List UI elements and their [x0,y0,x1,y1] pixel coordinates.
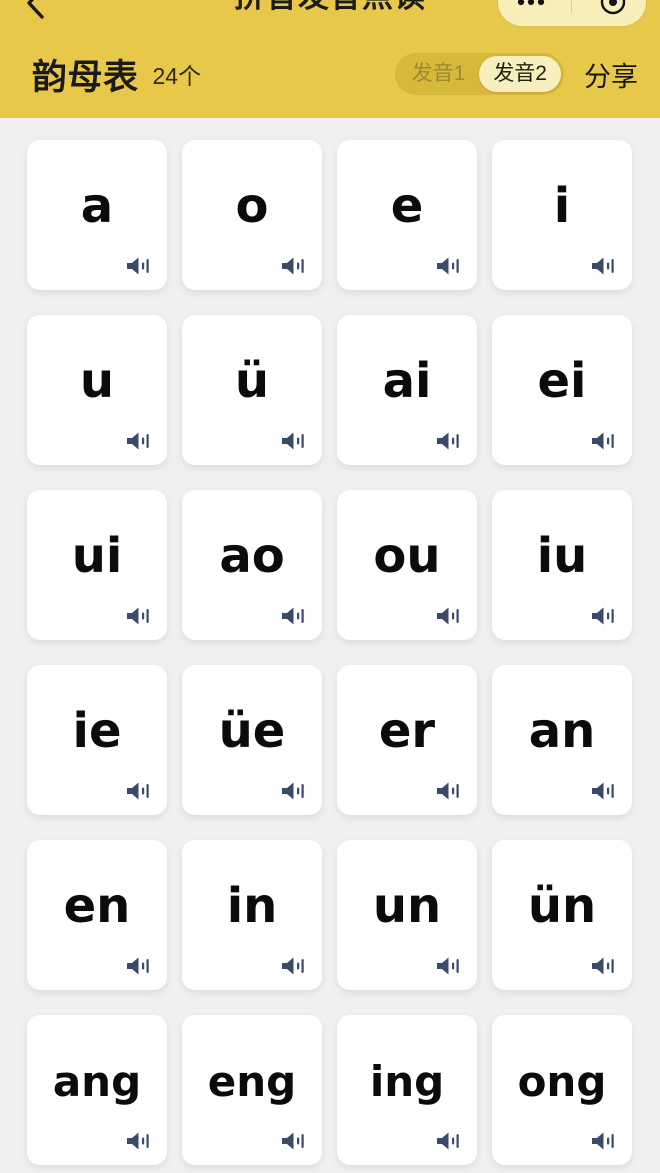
speaker-sound-icon[interactable] [124,254,154,278]
pinyin-card[interactable]: ün [492,840,632,990]
pinyin-card[interactable]: ü [182,315,322,465]
item-count: 24个 [152,63,202,89]
speaker-sound-icon[interactable] [124,1129,154,1153]
pinyin-card[interactable]: er [337,665,477,815]
header-actions: 发音1 发音2 分享 [394,53,638,95]
pinyin-card[interactable]: ei [492,315,632,465]
speaker-sound-icon[interactable] [589,779,619,803]
pinyin-card[interactable]: üe [182,665,322,815]
page-title: 韵母表 [32,57,139,97]
speaker-sound-icon[interactable] [279,954,309,978]
pinyin-card[interactable]: e [337,140,477,290]
pronunciation-toggle[interactable]: 发音1 发音2 [394,53,564,95]
pinyin-card[interactable]: ang [27,1015,167,1165]
page-header: 拼音发音点读 韵母表 24个 发音1 [0,0,660,118]
miniprogram-capsule[interactable] [498,0,646,26]
pinyin-card[interactable]: ie [27,665,167,815]
pinyin-card[interactable]: en [27,840,167,990]
speaker-sound-icon[interactable] [434,604,464,628]
pinyin-card[interactable]: in [182,840,322,990]
speaker-sound-icon[interactable] [124,604,154,628]
pinyin-card[interactable]: ai [337,315,477,465]
share-button[interactable]: 分享 [584,55,638,94]
speaker-sound-icon[interactable] [279,429,309,453]
speaker-sound-icon[interactable] [434,254,464,278]
speaker-sound-icon[interactable] [589,954,619,978]
more-dots-icon[interactable] [505,0,557,7]
speaker-sound-icon[interactable] [124,779,154,803]
speaker-sound-icon[interactable] [589,1129,619,1153]
pronunciation-option-2[interactable]: 发音2 [479,56,561,92]
pinyin-card[interactable]: u [27,315,167,465]
pinyin-card[interactable]: a [27,140,167,290]
pinyin-card[interactable]: o [182,140,322,290]
target-circle-icon[interactable] [587,0,639,15]
pinyin-card-grid: a o e i u ü ai ei ui ao ou iu ie üe er an en in un ün ang eng… [0,118,660,1165]
speaker-sound-icon[interactable] [434,779,464,803]
pinyin-card[interactable]: ao [182,490,322,640]
pinyin-card[interactable]: ou [337,490,477,640]
speaker-sound-icon[interactable] [434,429,464,453]
speaker-sound-icon[interactable] [589,429,619,453]
pinyin-card[interactable]: un [337,840,477,990]
pronunciation-option-1[interactable]: 发音1 [398,56,480,92]
speaker-sound-icon[interactable] [279,779,309,803]
pinyin-card[interactable]: iu [492,490,632,640]
pinyin-card[interactable]: i [492,140,632,290]
speaker-sound-icon[interactable] [434,954,464,978]
speaker-sound-icon[interactable] [124,429,154,453]
speaker-sound-icon[interactable] [589,254,619,278]
capsule-divider [571,0,573,13]
navigation-bar: 拼音发音点读 [0,0,660,30]
pinyin-card[interactable]: ong [492,1015,632,1165]
pinyin-card[interactable]: an [492,665,632,815]
speaker-sound-icon[interactable] [279,604,309,628]
speaker-sound-icon[interactable] [279,1129,309,1153]
speaker-sound-icon[interactable] [124,954,154,978]
speaker-sound-icon[interactable] [279,254,309,278]
pinyin-card[interactable]: ing [337,1015,477,1165]
speaker-sound-icon[interactable] [589,604,619,628]
pinyin-card[interactable]: ui [27,490,167,640]
header-title-row: 韵母表 24个 发音1 发音2 分享 [0,44,660,104]
pinyin-card[interactable]: eng [182,1015,322,1165]
speaker-sound-icon[interactable] [434,1129,464,1153]
